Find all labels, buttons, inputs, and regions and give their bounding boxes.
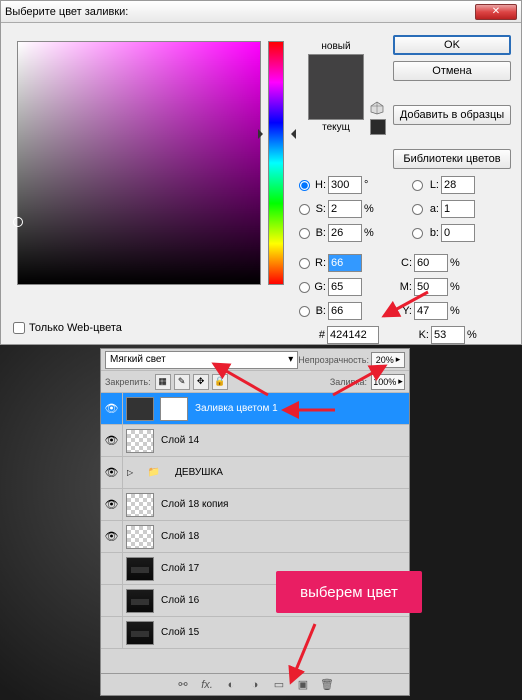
layer-14[interactable]: 👁 Слой 14: [101, 425, 409, 457]
cancel-button[interactable]: Отмена: [393, 61, 511, 81]
color-picker-dialog: Выберите цвет заливки: ✕ новый текущ OK …: [0, 0, 522, 345]
mask-icon[interactable]: ◐: [224, 678, 238, 692]
callout-label: выберем цвет: [276, 571, 422, 613]
b2-input[interactable]: [328, 302, 362, 320]
r-input[interactable]: [328, 254, 362, 272]
visibility-icon[interactable]: [101, 585, 123, 616]
s-radio[interactable]: [299, 204, 310, 215]
color-inputs: H:° L: S:% a: B:% b: R: C:% G:: [299, 173, 509, 347]
color-libraries-button[interactable]: Библиотеки цветов: [393, 149, 511, 169]
m-input[interactable]: [414, 278, 448, 296]
lock-row: Закрепить: ▦ ✎ ✥ 🔒 Заливка: 100%▸: [101, 371, 409, 393]
layer-mask-thumb[interactable]: [160, 397, 188, 421]
bv-radio[interactable]: [299, 228, 310, 239]
titlebar: Выберите цвет заливки: ✕: [1, 1, 521, 23]
web-only-input[interactable]: [13, 322, 25, 334]
layer-group-devushka[interactable]: 👁 ▷ 📁 ДЕВУШКА: [101, 457, 409, 489]
layer-thumb[interactable]: [126, 525, 154, 549]
lock-all-icon[interactable]: 🔒: [212, 374, 228, 390]
dialog-body: новый текущ OK Отмена Добавить в образцы…: [1, 23, 521, 344]
layer-15[interactable]: Слой 15: [101, 617, 409, 649]
ok-button[interactable]: OK: [393, 35, 511, 55]
a-radio[interactable]: [412, 204, 423, 215]
opacity-label: Непрозрачность:: [298, 355, 369, 365]
gamut-warning-icon[interactable]: [370, 101, 384, 115]
layer-thumb[interactable]: [126, 397, 154, 421]
layer-thumb[interactable]: [126, 557, 154, 581]
layer-thumb[interactable]: [126, 493, 154, 517]
a-input[interactable]: [441, 200, 475, 218]
lock-position-icon[interactable]: ✥: [193, 374, 209, 390]
visibility-icon[interactable]: 👁: [101, 521, 123, 552]
chevron-down-icon: ▾: [288, 354, 293, 365]
b2-radio[interactable]: [299, 306, 310, 317]
layer-thumb[interactable]: [126, 621, 154, 645]
blend-mode-select[interactable]: Мягкий свет ▾: [105, 351, 298, 369]
fill-label: Заливка:: [330, 377, 367, 387]
layer-thumb[interactable]: [126, 429, 154, 453]
delete-layer-icon[interactable]: 🗑: [320, 678, 334, 692]
g-radio[interactable]: [299, 282, 310, 293]
layers-panel: Мягкий свет ▾ Непрозрачность: 20%▸ Закре…: [100, 348, 410, 696]
s-input[interactable]: [328, 200, 362, 218]
blend-row: Мягкий свет ▾ Непрозрачность: 20%▸: [101, 349, 409, 371]
add-swatch-button[interactable]: Добавить в образцы: [393, 105, 511, 125]
layer-18[interactable]: 👁 Слой 18: [101, 521, 409, 553]
expand-icon[interactable]: ▷: [127, 468, 133, 477]
hue-slider[interactable]: [268, 41, 284, 285]
r-radio[interactable]: [299, 258, 310, 269]
visibility-icon[interactable]: 👁: [101, 393, 123, 424]
preview-swatch[interactable]: [308, 54, 364, 120]
layer-list: 👁 Заливка цветом 1 👁 Слой 14 👁 ▷ 📁 ДЕВУШ…: [101, 393, 409, 673]
b-input[interactable]: [441, 224, 475, 242]
fill-field[interactable]: 100%▸: [371, 374, 405, 390]
h-input[interactable]: [328, 176, 362, 194]
fx-icon[interactable]: fx.: [200, 678, 214, 692]
layer-thumb[interactable]: [126, 589, 154, 613]
saturation-brightness-field[interactable]: [17, 41, 261, 285]
hex-input[interactable]: [327, 326, 379, 344]
g-input[interactable]: [328, 278, 362, 296]
visibility-icon[interactable]: 👁: [101, 457, 123, 488]
h-radio[interactable]: [299, 180, 310, 191]
layer-fill-color-1[interactable]: 👁 Заливка цветом 1: [101, 393, 409, 425]
group-icon[interactable]: ▭: [272, 678, 286, 692]
layer-18-copy[interactable]: 👁 Слой 18 копия: [101, 489, 409, 521]
y-input[interactable]: [414, 302, 448, 320]
c-input[interactable]: [414, 254, 448, 272]
current-label: текущ: [308, 122, 364, 133]
lock-transparency-icon[interactable]: ▦: [155, 374, 171, 390]
new-label: новый: [308, 41, 364, 52]
picker-indicator: [13, 217, 23, 227]
b-radio[interactable]: [412, 228, 423, 239]
dialog-buttons: OK Отмена Добавить в образцы Библиотеки …: [393, 35, 511, 175]
gamut-swatch[interactable]: [370, 119, 386, 135]
new-layer-icon[interactable]: ▣: [296, 678, 310, 692]
color-preview: новый текущ: [308, 41, 364, 133]
l-input[interactable]: [441, 176, 475, 194]
visibility-icon[interactable]: 👁: [101, 425, 123, 456]
dialog-title: Выберите цвет заливки:: [5, 6, 475, 18]
lock-label: Закрепить:: [105, 377, 151, 387]
visibility-icon[interactable]: [101, 617, 123, 648]
hue-indicator: [262, 129, 292, 139]
folder-icon: 📁: [140, 461, 168, 485]
k-input[interactable]: [431, 326, 465, 344]
bv-input[interactable]: [328, 224, 362, 242]
link-layers-icon[interactable]: ⚯: [176, 678, 190, 692]
layers-footer: ⚯ fx. ◐ ◑ ▭ ▣ 🗑: [101, 673, 409, 695]
l-radio[interactable]: [412, 180, 423, 191]
visibility-icon[interactable]: 👁: [101, 489, 123, 520]
adjustment-layer-icon[interactable]: ◑: [248, 678, 262, 692]
opacity-field[interactable]: 20%▸: [371, 352, 405, 368]
lock-pixels-icon[interactable]: ✎: [174, 374, 190, 390]
visibility-icon[interactable]: [101, 553, 123, 584]
close-button[interactable]: ✕: [475, 4, 517, 20]
web-only-checkbox[interactable]: Только Web-цвета: [13, 322, 122, 334]
